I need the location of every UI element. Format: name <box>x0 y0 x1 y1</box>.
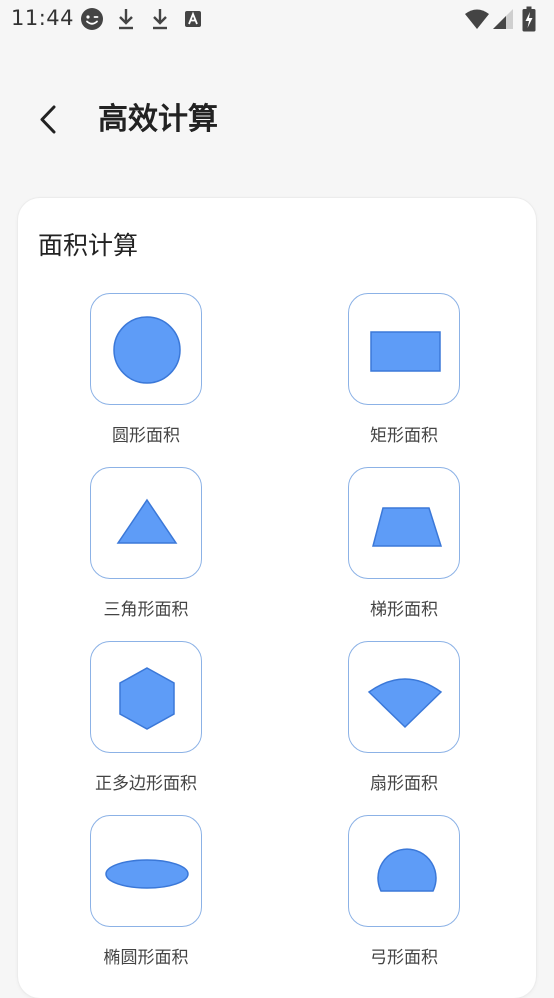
triangle-icon <box>116 498 178 544</box>
triangle-area-item[interactable]: 三角形面积 <box>58 467 238 627</box>
shape-label: 三角形面积 <box>103 600 189 620</box>
back-button[interactable] <box>30 98 70 142</box>
page-title: 高效计算 <box>98 102 218 137</box>
shape-label: 椭圆形面积 <box>103 948 189 968</box>
status-time: 11:44 <box>11 6 75 30</box>
rectangle-area-item[interactable]: 矩形面积 <box>316 293 496 453</box>
shape-tile <box>90 815 202 927</box>
smiley-icon <box>81 8 103 30</box>
hexagon-icon <box>119 667 175 730</box>
battery-charging-icon <box>522 6 536 32</box>
segment-area-item[interactable]: 弓形面积 <box>316 815 496 975</box>
status-icons-right <box>464 6 544 32</box>
shape-label: 扇形面积 <box>370 774 438 794</box>
circle-area-item[interactable]: 圆形面积 <box>58 293 238 453</box>
trapezoid-icon <box>372 507 443 547</box>
shape-tile <box>348 641 460 753</box>
font-a-icon <box>185 11 201 27</box>
shape-tile <box>348 815 460 927</box>
shape-label: 弓形面积 <box>370 948 438 968</box>
shape-label: 梯形面积 <box>370 600 438 620</box>
shape-tile <box>90 467 202 579</box>
shape-label: 圆形面积 <box>112 426 180 446</box>
shape-label: 矩形面积 <box>370 426 438 446</box>
app-header: 高效计算 <box>0 88 554 152</box>
wifi-icon <box>465 9 489 29</box>
area-calculation-card: 面积计算 圆形面积 矩形面积 三角形面积 梯形面积 正多边形面积 扇形面积 椭圆… <box>18 198 536 998</box>
shape-label: 正多边形面积 <box>95 774 197 794</box>
shape-tile <box>348 467 460 579</box>
trapezoid-area-item[interactable]: 梯形面积 <box>316 467 496 627</box>
chevron-left-icon <box>40 105 56 134</box>
circle-icon <box>113 316 181 384</box>
shape-tile <box>90 641 202 753</box>
segment-icon <box>377 848 437 892</box>
rectangle-icon <box>370 331 441 372</box>
shape-tile <box>348 293 460 405</box>
status-bar: 11:44 <box>0 0 554 38</box>
section-title: 面积计算 <box>38 231 139 260</box>
sector-area-item[interactable]: 扇形面积 <box>316 641 496 801</box>
sector-icon <box>367 678 443 729</box>
ellipse-area-item[interactable]: 椭圆形面积 <box>58 815 238 975</box>
signal-icon <box>493 9 513 29</box>
ellipse-icon <box>105 859 189 889</box>
shape-tile <box>90 293 202 405</box>
download-icon <box>153 9 167 30</box>
download-icon <box>119 9 133 30</box>
regular-polygon-area-item[interactable]: 正多边形面积 <box>58 641 238 801</box>
